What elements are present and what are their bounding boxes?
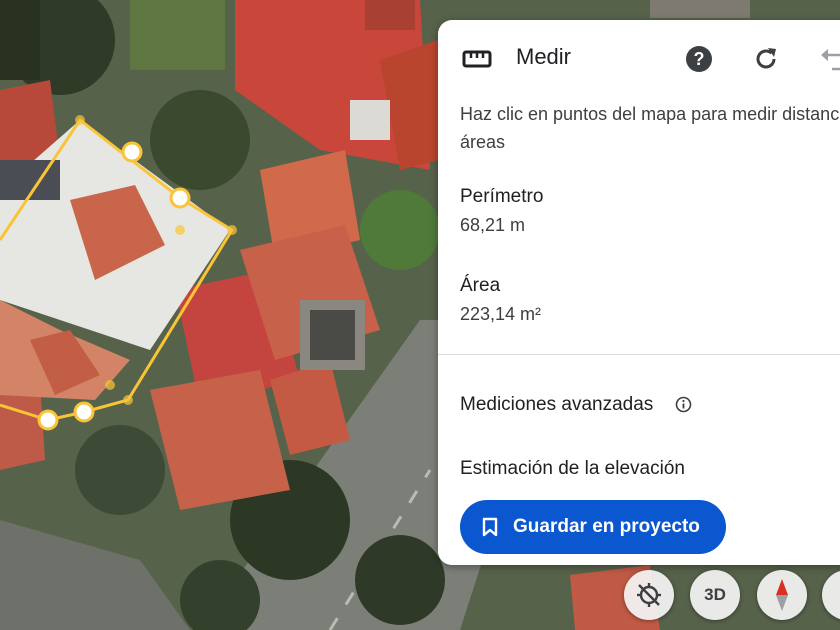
help-icon[interactable]: ? [684, 44, 714, 79]
reset-icon[interactable] [752, 45, 780, 78]
svg-text:?: ? [694, 49, 705, 69]
my-location-button[interactable] [624, 570, 674, 620]
compass-button[interactable] [757, 570, 807, 620]
ruler-icon [462, 48, 492, 75]
perimeter-label: Perímetro [460, 186, 544, 207]
undo-icon[interactable] [820, 47, 840, 76]
divider [438, 354, 840, 355]
area-label: Área [460, 275, 501, 296]
bookmark-icon [482, 517, 498, 543]
compass-icon [772, 578, 792, 617]
instructions-text: Haz clic en puntos del mapa para medir d… [460, 104, 840, 152]
elevation-estimate-item[interactable]: Estimación de la elevación [460, 458, 685, 480]
area-value: 223,14 m² [460, 304, 542, 324]
advanced-measurements-label: Mediciones avanzadas [460, 394, 654, 415]
location-off-icon [635, 581, 663, 614]
panel-title: Medir [516, 44, 572, 69]
perimeter-value: 68,21 m [460, 215, 526, 235]
toggle-3d-button[interactable]: 3D [690, 570, 740, 620]
info-icon[interactable] [675, 396, 692, 418]
save-button-label: Guardar en proyecto [513, 516, 700, 537]
save-to-project-button[interactable]: Guardar en proyecto [460, 500, 726, 554]
3d-label: 3D [704, 585, 726, 604]
measure-panel: Medir ? Haz clic en puntos del mapa para… [438, 20, 840, 565]
